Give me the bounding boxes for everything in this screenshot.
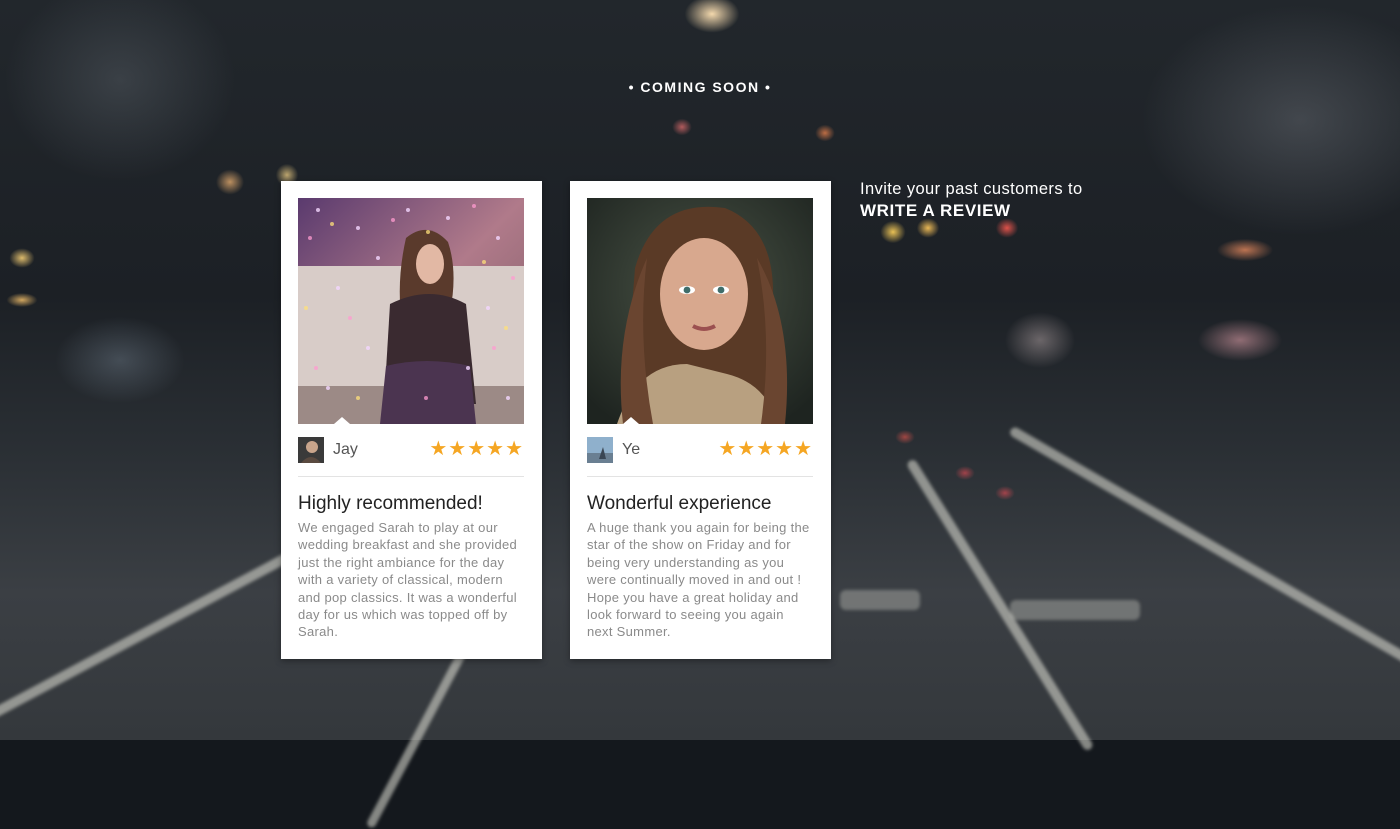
review-body: A huge thank you again for being the sta… [587, 520, 810, 640]
reviewer-name: Ye [622, 441, 641, 458]
review-photo [587, 198, 813, 424]
woman-portrait-image [587, 198, 813, 424]
reviewer-name: Jay [333, 441, 358, 458]
star-rating: ★★★★★ [429, 438, 524, 460]
invite-callout: Invite your past customers to WRITE A RE… [860, 180, 1083, 221]
avatar [298, 437, 324, 463]
road-marking [1010, 600, 1140, 620]
photo-pointer [623, 417, 639, 424]
reviewer-meta: Jay ★★★★★ [298, 437, 524, 463]
reviewer-avatar-image [587, 437, 613, 463]
write-review-link[interactable]: WRITE A REVIEW [860, 201, 1083, 221]
reviewer-avatar-image [298, 437, 324, 463]
review-card: Jay ★★★★★ Highly recommended! We engaged… [281, 181, 542, 659]
reviewer-meta: Ye ★★★★★ [587, 437, 813, 463]
star-rating: ★★★★★ [718, 438, 813, 460]
divider [587, 476, 813, 477]
photo-pointer [334, 417, 350, 424]
confetti-portrait-image [298, 198, 524, 424]
avatar [587, 437, 613, 463]
review-title: Highly recommended! [298, 493, 483, 514]
invite-text: Invite your past customers to [860, 180, 1083, 198]
review-title: Wonderful experience [587, 493, 772, 514]
review-card: Ye ★★★★★ Wonderful experience A huge tha… [570, 181, 831, 659]
road-marking [840, 590, 920, 610]
coming-soon-heading: • COMING SOON • [628, 79, 772, 95]
review-body: We engaged Sarah to play at our wedding … [298, 520, 518, 640]
road-marking [1008, 425, 1400, 665]
divider [298, 476, 524, 477]
review-photo [298, 198, 524, 424]
